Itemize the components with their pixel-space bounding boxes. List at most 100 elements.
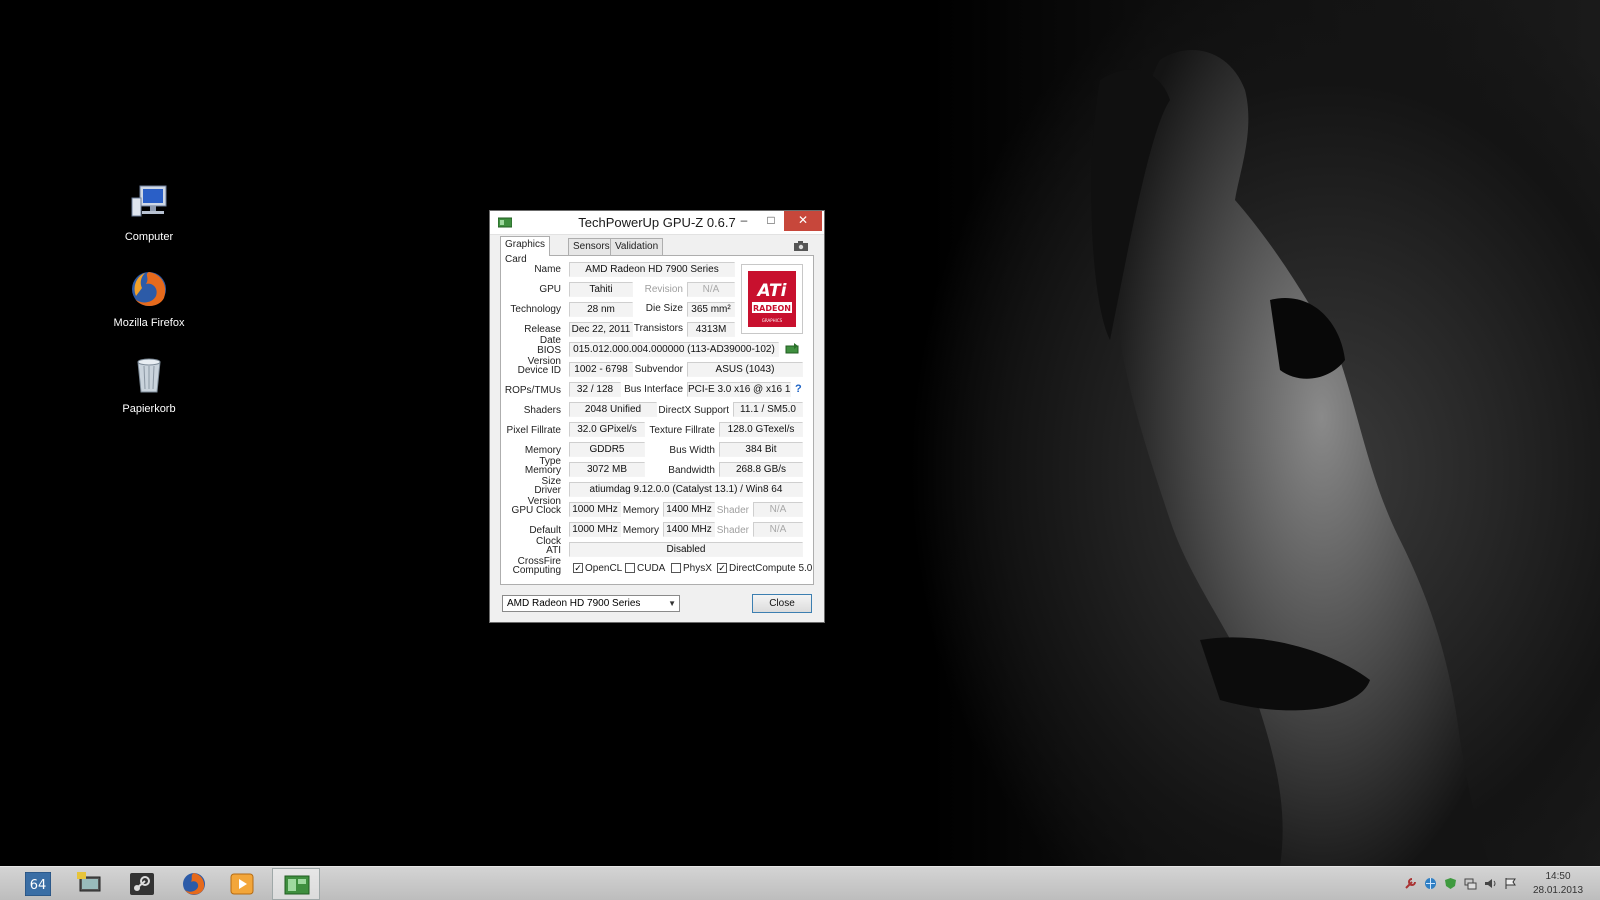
transistors-label: Transistors <box>633 323 683 334</box>
crossfire-label: ATI CrossFire <box>517 545 561 567</box>
pixel-fillrate-label: Pixel Fillrate <box>506 425 561 436</box>
wallpaper-figure <box>1091 50 1490 866</box>
taskbar-app-monitor[interactable] <box>66 868 114 900</box>
texture-fillrate-value: 128.0 GTexel/s <box>719 422 803 437</box>
monitor-app-icon <box>77 872 101 892</box>
release-date-label: Release Date <box>524 324 561 346</box>
firefox-icon <box>183 873 205 895</box>
default-clock-shader-label: Shader <box>716 525 749 536</box>
device-id-label: Device ID <box>517 365 561 376</box>
tray-shield-icon[interactable] <box>1444 877 1457 890</box>
taskbar-app-media-player[interactable] <box>218 868 266 900</box>
computer-icon <box>131 185 167 217</box>
gpu-clock-memory-label: Memory <box>622 505 659 516</box>
desktop-icon-label: Mozilla Firefox <box>113 317 185 329</box>
gpu-clock-memory-value: 1400 MHz <box>663 502 715 517</box>
system-64-icon: 64 <box>25 872 51 896</box>
maximize-button[interactable]: □ <box>758 211 784 231</box>
default-clock-memory-label: Memory <box>622 525 659 536</box>
window-close-button[interactable]: ✕ <box>784 211 822 231</box>
title-bar[interactable]: TechPowerUp GPU-Z 0.6.7 – □ ✕ <box>490 211 824 235</box>
taskbar-start-64[interactable]: 64 <box>14 868 62 900</box>
taskbar-app-steam[interactable] <box>118 868 166 900</box>
svg-text:GRAPHICS: GRAPHICS <box>762 318 783 323</box>
desktop-icon-label: Papierkorb <box>122 403 176 415</box>
technology-label: Technology <box>510 304 561 315</box>
revision-value: N/A <box>687 282 735 297</box>
physx-label: PhysX <box>683 563 712 574</box>
die-size-value: 365 mm² <box>687 302 735 317</box>
bus-width-value: 384 Bit <box>719 442 803 457</box>
taskbar-clock[interactable]: 14:50 28.01.2013 <box>1524 870 1592 898</box>
svg-text:RADEON: RADEON <box>753 304 791 313</box>
chevron-down-icon: ▼ <box>668 599 676 608</box>
gpu-value: Tahiti <box>569 282 633 297</box>
default-clock-value: 1000 MHz <box>569 522 621 537</box>
desktop-icon-computer[interactable]: Computer <box>104 182 194 243</box>
svg-text:64: 64 <box>30 878 47 893</box>
tray-volume-icon[interactable] <box>1484 877 1497 890</box>
physx-checkbox <box>671 563 681 573</box>
default-clock-label: Default Clock <box>529 525 561 547</box>
default-clock-memory-value: 1400 MHz <box>663 522 715 537</box>
tab-graphics-card[interactable]: Graphics Card <box>500 236 551 265</box>
opencl-checkbox: ✓ <box>573 563 583 573</box>
desktop-icon-recycle-bin[interactable]: Papierkorb <box>104 354 194 415</box>
tray-network-icon[interactable] <box>1464 877 1477 890</box>
tab-validation[interactable]: Validation <box>610 238 664 255</box>
die-size-label: Die Size <box>645 303 683 314</box>
device-id-value: 1002 - 6798 <box>569 362 633 377</box>
gpu-clock-shader-label: Shader <box>716 505 749 516</box>
gpu-clock-value: 1000 MHz <box>569 502 621 517</box>
opencl-label: OpenCL <box>585 563 623 574</box>
minimize-button[interactable]: – <box>730 211 758 231</box>
directx-value: 11.1 / SM5.0 <box>733 402 803 417</box>
transistors-value: 4313M <box>687 322 735 337</box>
memory-size-value: 3072 MB <box>569 462 645 477</box>
bios-save-icon[interactable] <box>785 343 799 355</box>
gpuz-app-icon <box>284 875 310 895</box>
desktop-icon-label: Computer <box>124 231 174 243</box>
memory-type-label: Memory Type <box>524 445 561 467</box>
steam-icon <box>130 873 154 895</box>
gpu-clock-shader-value: N/A <box>753 502 803 517</box>
gpu-select-dropdown[interactable]: AMD Radeon HD 7900 Series ▼ <box>502 595 680 612</box>
gpuz-window: TechPowerUp GPU-Z 0.6.7 – □ ✕ Graphics C… <box>489 210 825 623</box>
driver-label: Driver Version <box>527 485 561 507</box>
tab-sensors[interactable]: Sensors <box>568 238 615 255</box>
cuda-checkbox <box>625 563 635 573</box>
tray-wrench-icon[interactable] <box>1404 877 1417 890</box>
crossfire-value: Disabled <box>569 542 803 557</box>
subvendor-label: Subvendor <box>634 364 683 375</box>
firefox-icon <box>132 272 166 307</box>
bus-width-label: Bus Width <box>669 445 715 456</box>
name-value: AMD Radeon HD 7900 Series <box>569 262 735 277</box>
ati-radeon-logo: ATi RADEON GRAPHICS <box>741 264 803 334</box>
texture-fillrate-label: Texture Fillrate <box>649 425 715 436</box>
camera-icon[interactable] <box>794 241 808 251</box>
desktop-icon-firefox[interactable]: Mozilla Firefox <box>104 268 194 329</box>
subvendor-value: ASUS (1043) <box>687 362 803 377</box>
media-player-icon <box>230 873 254 895</box>
bus-interface-label: Bus Interface <box>624 384 683 395</box>
bios-label: BIOS Version <box>527 345 561 367</box>
bandwidth-label: Bandwidth <box>668 465 715 476</box>
close-button[interactable]: Close <box>752 594 812 613</box>
taskbar-app-firefox[interactable] <box>170 868 218 900</box>
directcompute-checkbox: ✓ <box>717 563 727 573</box>
shaders-value: 2048 Unified <box>569 402 657 417</box>
gpu-select-value: AMD Radeon HD 7900 Series <box>507 598 641 609</box>
tray-network-app-icon[interactable] <box>1424 877 1437 890</box>
shaders-label: Shaders <box>523 405 561 416</box>
tray-flag-icon[interactable] <box>1504 877 1517 890</box>
memory-size-label: Memory Size <box>524 465 561 487</box>
graphics-card-panel: Name AMD Radeon HD 7900 Series GPU Tahit… <box>500 255 814 585</box>
directcompute-label: DirectCompute 5.0 <box>729 563 813 574</box>
memory-type-value: GDDR5 <box>569 442 645 457</box>
taskbar-app-gpuz[interactable] <box>272 868 320 900</box>
recycle-bin-icon <box>137 358 161 393</box>
taskbar: 64 14:50 28.01.2013 <box>0 866 1600 900</box>
bus-interface-help[interactable]: ? <box>795 383 802 395</box>
clock-time: 14:50 <box>1545 871 1571 882</box>
driver-value: atiumdag 9.12.0.0 (Catalyst 13.1) / Win8… <box>569 482 803 497</box>
